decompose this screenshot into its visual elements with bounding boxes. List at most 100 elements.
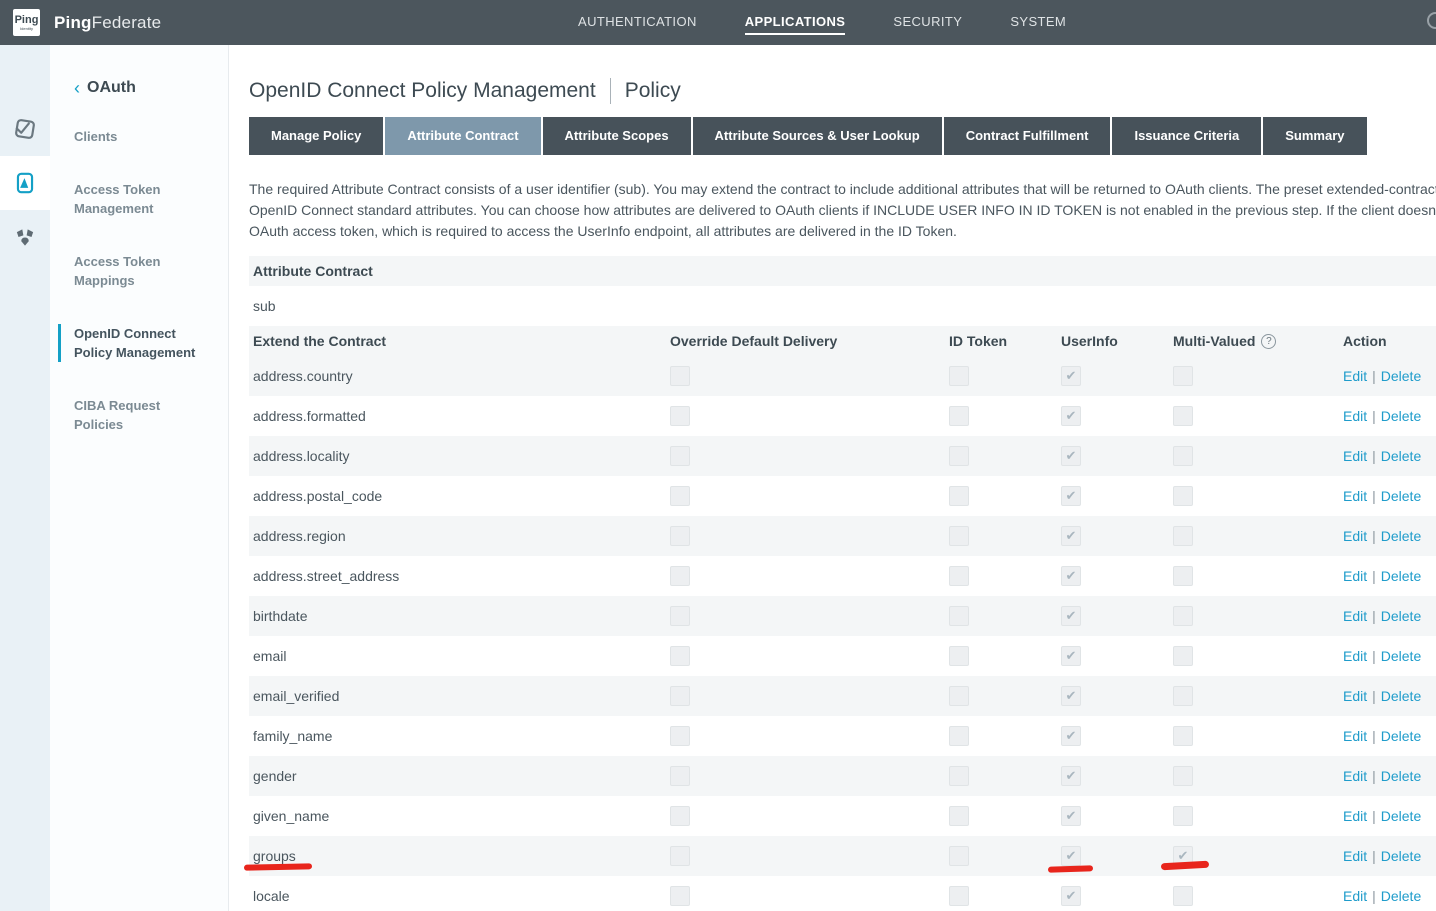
edit-link[interactable]: Edit — [1343, 808, 1367, 824]
sidebar-back-oauth[interactable]: ‹ OAuth — [74, 79, 228, 97]
delete-link[interactable]: Delete — [1381, 408, 1421, 424]
delete-link[interactable]: Delete — [1381, 608, 1421, 624]
sidebar-item[interactable]: CIBA Request Policies — [58, 396, 200, 434]
delete-link[interactable]: Delete — [1381, 888, 1421, 904]
override-checkbox[interactable] — [670, 646, 690, 666]
multi-valued-checkbox[interactable] — [1173, 806, 1193, 826]
edit-link[interactable]: Edit — [1343, 888, 1367, 904]
step-tab[interactable]: Contract Fulfillment — [944, 117, 1111, 155]
help-icon[interactable]: ? — [1261, 334, 1276, 349]
sidebar-item[interactable]: OpenID Connect Policy Management — [58, 324, 200, 362]
id-token-checkbox[interactable] — [949, 806, 969, 826]
override-checkbox[interactable] — [670, 886, 690, 906]
step-tab[interactable]: Attribute Contract — [385, 117, 540, 155]
userinfo-checkbox[interactable] — [1061, 806, 1081, 826]
sidebar-item[interactable]: Access Token Management — [58, 180, 200, 218]
id-token-checkbox[interactable] — [949, 606, 969, 626]
override-checkbox[interactable] — [670, 366, 690, 386]
override-checkbox[interactable] — [670, 766, 690, 786]
edit-link[interactable]: Edit — [1343, 448, 1367, 464]
delete-link[interactable]: Delete — [1381, 648, 1421, 664]
sidebar-item[interactable]: Clients — [58, 127, 200, 146]
id-token-checkbox[interactable] — [949, 726, 969, 746]
id-token-checkbox[interactable] — [949, 366, 969, 386]
override-checkbox[interactable] — [670, 726, 690, 746]
delete-link[interactable]: Delete — [1381, 808, 1421, 824]
edit-link[interactable]: Edit — [1343, 848, 1367, 864]
rail-item-security[interactable] — [0, 210, 50, 264]
step-tab[interactable]: Attribute Scopes — [543, 117, 691, 155]
override-checkbox[interactable] — [670, 686, 690, 706]
override-checkbox[interactable] — [670, 806, 690, 826]
edit-link[interactable]: Edit — [1343, 488, 1367, 504]
edit-link[interactable]: Edit — [1343, 528, 1367, 544]
id-token-checkbox[interactable] — [949, 486, 969, 506]
delete-link[interactable]: Delete — [1381, 528, 1421, 544]
override-checkbox[interactable] — [670, 446, 690, 466]
edit-link[interactable]: Edit — [1343, 608, 1367, 624]
multi-valued-checkbox[interactable] — [1173, 526, 1193, 546]
id-token-checkbox[interactable] — [949, 646, 969, 666]
multi-valued-checkbox[interactable] — [1173, 686, 1193, 706]
override-checkbox[interactable] — [670, 486, 690, 506]
userinfo-checkbox[interactable] — [1061, 686, 1081, 706]
top-nav-item[interactable]: SYSTEM — [1010, 10, 1066, 35]
multi-valued-checkbox[interactable] — [1173, 446, 1193, 466]
edit-link[interactable]: Edit — [1343, 648, 1367, 664]
userinfo-checkbox[interactable] — [1061, 886, 1081, 906]
override-checkbox[interactable] — [670, 406, 690, 426]
id-token-checkbox[interactable] — [949, 886, 969, 906]
id-token-checkbox[interactable] — [949, 526, 969, 546]
rail-item-applications[interactable] — [0, 156, 50, 210]
sidebar-item[interactable]: Access Token Mappings — [58, 252, 200, 290]
userinfo-checkbox[interactable] — [1061, 486, 1081, 506]
edit-link[interactable]: Edit — [1343, 368, 1367, 384]
step-tab[interactable]: Attribute Sources & User Lookup — [693, 117, 942, 155]
userinfo-checkbox[interactable] — [1061, 606, 1081, 626]
userinfo-checkbox[interactable] — [1061, 766, 1081, 786]
edit-link[interactable]: Edit — [1343, 568, 1367, 584]
multi-valued-checkbox[interactable] — [1173, 366, 1193, 386]
delete-link[interactable]: Delete — [1381, 368, 1421, 384]
override-checkbox[interactable] — [670, 526, 690, 546]
multi-valued-checkbox[interactable] — [1173, 606, 1193, 626]
id-token-checkbox[interactable] — [949, 766, 969, 786]
edit-link[interactable]: Edit — [1343, 408, 1367, 424]
search-icon[interactable] — [1427, 12, 1436, 29]
top-nav-item[interactable]: AUTHENTICATION — [578, 10, 697, 35]
rail-item-authentication[interactable] — [0, 102, 50, 156]
top-nav-item[interactable]: SECURITY — [893, 10, 962, 35]
delete-link[interactable]: Delete — [1381, 728, 1421, 744]
userinfo-checkbox[interactable] — [1061, 526, 1081, 546]
userinfo-checkbox[interactable] — [1061, 646, 1081, 666]
delete-link[interactable]: Delete — [1381, 448, 1421, 464]
userinfo-checkbox[interactable] — [1061, 446, 1081, 466]
multi-valued-checkbox[interactable] — [1173, 566, 1193, 586]
multi-valued-checkbox[interactable] — [1173, 766, 1193, 786]
multi-valued-checkbox[interactable] — [1173, 406, 1193, 426]
override-checkbox[interactable] — [670, 566, 690, 586]
edit-link[interactable]: Edit — [1343, 768, 1367, 784]
delete-link[interactable]: Delete — [1381, 848, 1421, 864]
edit-link[interactable]: Edit — [1343, 728, 1367, 744]
override-checkbox[interactable] — [670, 846, 690, 866]
id-token-checkbox[interactable] — [949, 686, 969, 706]
delete-link[interactable]: Delete — [1381, 688, 1421, 704]
multi-valued-checkbox[interactable] — [1173, 726, 1193, 746]
userinfo-checkbox[interactable] — [1061, 566, 1081, 586]
multi-valued-checkbox[interactable] — [1173, 646, 1193, 666]
top-nav-item[interactable]: APPLICATIONS — [745, 10, 846, 35]
userinfo-checkbox[interactable] — [1061, 366, 1081, 386]
userinfo-checkbox[interactable] — [1061, 406, 1081, 426]
multi-valued-checkbox[interactable] — [1173, 486, 1193, 506]
multi-valued-checkbox[interactable] — [1173, 886, 1193, 906]
id-token-checkbox[interactable] — [949, 566, 969, 586]
delete-link[interactable]: Delete — [1381, 768, 1421, 784]
override-checkbox[interactable] — [670, 606, 690, 626]
edit-link[interactable]: Edit — [1343, 688, 1367, 704]
step-tab[interactable]: Manage Policy — [249, 117, 383, 155]
delete-link[interactable]: Delete — [1381, 488, 1421, 504]
id-token-checkbox[interactable] — [949, 406, 969, 426]
userinfo-checkbox[interactable] — [1061, 846, 1081, 866]
id-token-checkbox[interactable] — [949, 446, 969, 466]
